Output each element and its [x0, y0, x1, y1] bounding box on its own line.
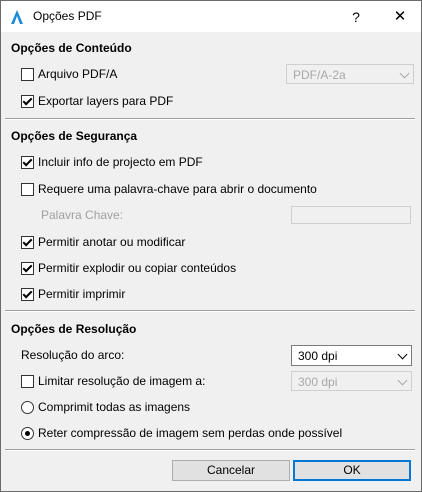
allow-print-checkbox[interactable]: [21, 287, 34, 301]
export-layers-checkbox[interactable]: [21, 94, 34, 108]
arc-resolution-label: Resolução do arco:: [21, 348, 125, 362]
image-resolution-select[interactable]: 300 dpi: [291, 371, 412, 391]
allow-extract-label: Permitir explodir ou copiar conteúdos: [38, 261, 237, 275]
export-layers-label: Exportar layers para PDF: [38, 94, 174, 108]
pdfa-checkbox-row[interactable]: Arquivo PDF/A: [21, 66, 117, 82]
limit-image-resolution-row[interactable]: Limitar resolução de imagem a:: [21, 373, 205, 389]
pdfa-version-value: PDF/A-2a: [293, 68, 346, 82]
compress-all-row[interactable]: Comprimit todas as imagens: [21, 399, 190, 415]
allow-annotate-row[interactable]: Permitir anotar ou modificar: [21, 234, 185, 250]
pdfa-version-select[interactable]: PDF/A-2a: [286, 64, 414, 84]
compress-all-radio[interactable]: [21, 400, 34, 414]
arc-resolution-select[interactable]: 300 dpi: [291, 345, 412, 366]
allow-print-label: Permitir imprimir: [38, 287, 126, 301]
image-resolution-value: 300 dpi: [298, 375, 338, 389]
chevron-down-icon: [397, 349, 408, 360]
include-project-info-row[interactable]: Incluir info de projecto em PDF: [21, 154, 203, 170]
divider: [5, 310, 415, 312]
compress-all-label: Comprimit todas as imagens: [38, 400, 191, 414]
help-button[interactable]: ?: [341, 5, 371, 29]
pdfa-checkbox[interactable]: [21, 67, 34, 81]
chevron-down-icon: [397, 375, 408, 386]
allow-annotate-checkbox[interactable]: [21, 235, 34, 249]
resolution-options-header: Opções de Resolução: [11, 322, 137, 336]
allow-print-row[interactable]: Permitir imprimir: [21, 286, 125, 302]
retain-lossless-radio[interactable]: [21, 426, 34, 440]
chevron-down-icon: [399, 68, 410, 79]
divider: [5, 118, 415, 120]
content-options-header: Opções de Conteúdo: [11, 41, 132, 55]
close-button[interactable]: ✕: [387, 5, 413, 29]
divider: [5, 449, 415, 451]
password-label: Palavra Chave:: [41, 208, 124, 222]
password-field[interactable]: [291, 206, 411, 224]
allow-extract-checkbox[interactable]: [21, 261, 34, 275]
app-logo-icon: [9, 9, 25, 25]
window-title: Opções PDF: [33, 9, 102, 23]
security-options-header: Opções de Segurança: [11, 129, 138, 143]
include-project-info-checkbox[interactable]: [21, 155, 34, 169]
pdfa-label: Arquivo PDF/A: [38, 67, 118, 81]
require-password-label: Requere uma palavra-chave para abrir o d…: [38, 182, 317, 196]
require-password-row[interactable]: Requere uma palavra-chave para abrir o d…: [21, 181, 317, 197]
require-password-checkbox[interactable]: [21, 182, 34, 196]
ok-button[interactable]: OK: [293, 460, 411, 481]
title-bar: Opções PDF ? ✕: [1, 1, 421, 32]
cancel-button[interactable]: Cancelar: [172, 460, 290, 481]
pdf-options-dialog: Opções PDF ? ✕ Opções de Conteúdo Arquiv…: [0, 0, 422, 492]
limit-image-resolution-checkbox[interactable]: [21, 374, 34, 388]
retain-lossless-label: Reter compressão de imagem sem perdas on…: [38, 426, 343, 440]
allow-annotate-label: Permitir anotar ou modificar: [38, 235, 186, 249]
include-project-info-label: Incluir info de projecto em PDF: [38, 155, 203, 169]
retain-lossless-row[interactable]: Reter compressão de imagem sem perdas on…: [21, 425, 342, 441]
limit-image-resolution-label: Limitar resolução de imagem a:: [38, 374, 206, 388]
arc-resolution-value: 300 dpi: [298, 349, 338, 363]
export-layers-row[interactable]: Exportar layers para PDF: [21, 93, 173, 109]
allow-extract-row[interactable]: Permitir explodir ou copiar conteúdos: [21, 260, 236, 276]
